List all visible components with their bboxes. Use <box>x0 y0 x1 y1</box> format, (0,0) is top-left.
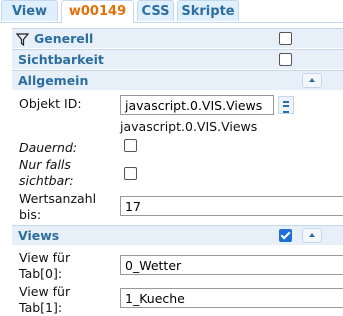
sichtbarkeit-checkbox[interactable] <box>279 53 292 66</box>
objekt-id-hint: javascript.0.VIS.Views <box>120 119 258 134</box>
wertsanzahl-label-line2: bis: <box>19 207 42 222</box>
dauernd-checkbox[interactable] <box>124 139 137 152</box>
section-title: Sichtbarkeit <box>18 52 104 67</box>
dauernd-label: Dauernd: <box>19 140 78 155</box>
view-tab0-label-line1: View für <box>19 250 71 265</box>
view-tab1-label-line1: View für <box>19 284 71 299</box>
objekt-id-label: Objekt ID: <box>19 96 82 111</box>
wertsanzahl-label-line1: Wertsanzahl <box>19 191 97 206</box>
tab-label: w00149 <box>68 4 127 19</box>
tab-css[interactable]: CSS <box>137 0 174 21</box>
tab-skripte[interactable]: Skripte <box>177 0 239 21</box>
tab-bar: View w00149 CSS Skripte <box>0 0 343 23</box>
section-title: Generell <box>34 31 94 46</box>
tab-view[interactable]: View <box>1 0 58 21</box>
view-tab1-label-line2: Tab[1]: <box>19 300 63 315</box>
nur-falls-sichtbar-checkbox[interactable] <box>124 167 137 180</box>
tab-label: View <box>11 4 48 19</box>
tab-label: Skripte <box>181 4 235 19</box>
tab-w00149[interactable]: w00149 <box>61 0 134 23</box>
view-tab1-input[interactable]: 1_Kueche <box>120 288 343 308</box>
collapse-up-button[interactable] <box>302 228 322 243</box>
collapse-up-button[interactable] <box>302 73 322 88</box>
nur-falls-sichtbar-label-line2: sichtbar: <box>19 173 74 188</box>
view-tab0-input[interactable]: 0_Wetter <box>120 255 343 275</box>
wertsanzahl-input[interactable]: 17 <box>120 196 343 216</box>
section-sichtbarkeit[interactable]: Sichtbarkeit <box>12 49 343 69</box>
generell-checkbox[interactable] <box>279 32 292 45</box>
section-title: Allgemein <box>18 73 89 88</box>
tab-label: CSS <box>141 4 170 19</box>
nur-falls-sichtbar-label-line1: Nur falls <box>19 157 71 172</box>
section-views[interactable]: Views <box>12 225 343 245</box>
select-object-button[interactable] <box>278 96 294 114</box>
section-generell[interactable]: Generell <box>12 28 343 48</box>
section-allgemein[interactable]: Allgemein <box>12 70 343 90</box>
view-tab0-label-line2: Tab[0]: <box>19 266 63 281</box>
section-title: Views <box>18 228 60 243</box>
objekt-id-input[interactable]: javascript.0.VIS.Views <box>120 95 274 115</box>
views-checkbox[interactable] <box>279 229 292 242</box>
